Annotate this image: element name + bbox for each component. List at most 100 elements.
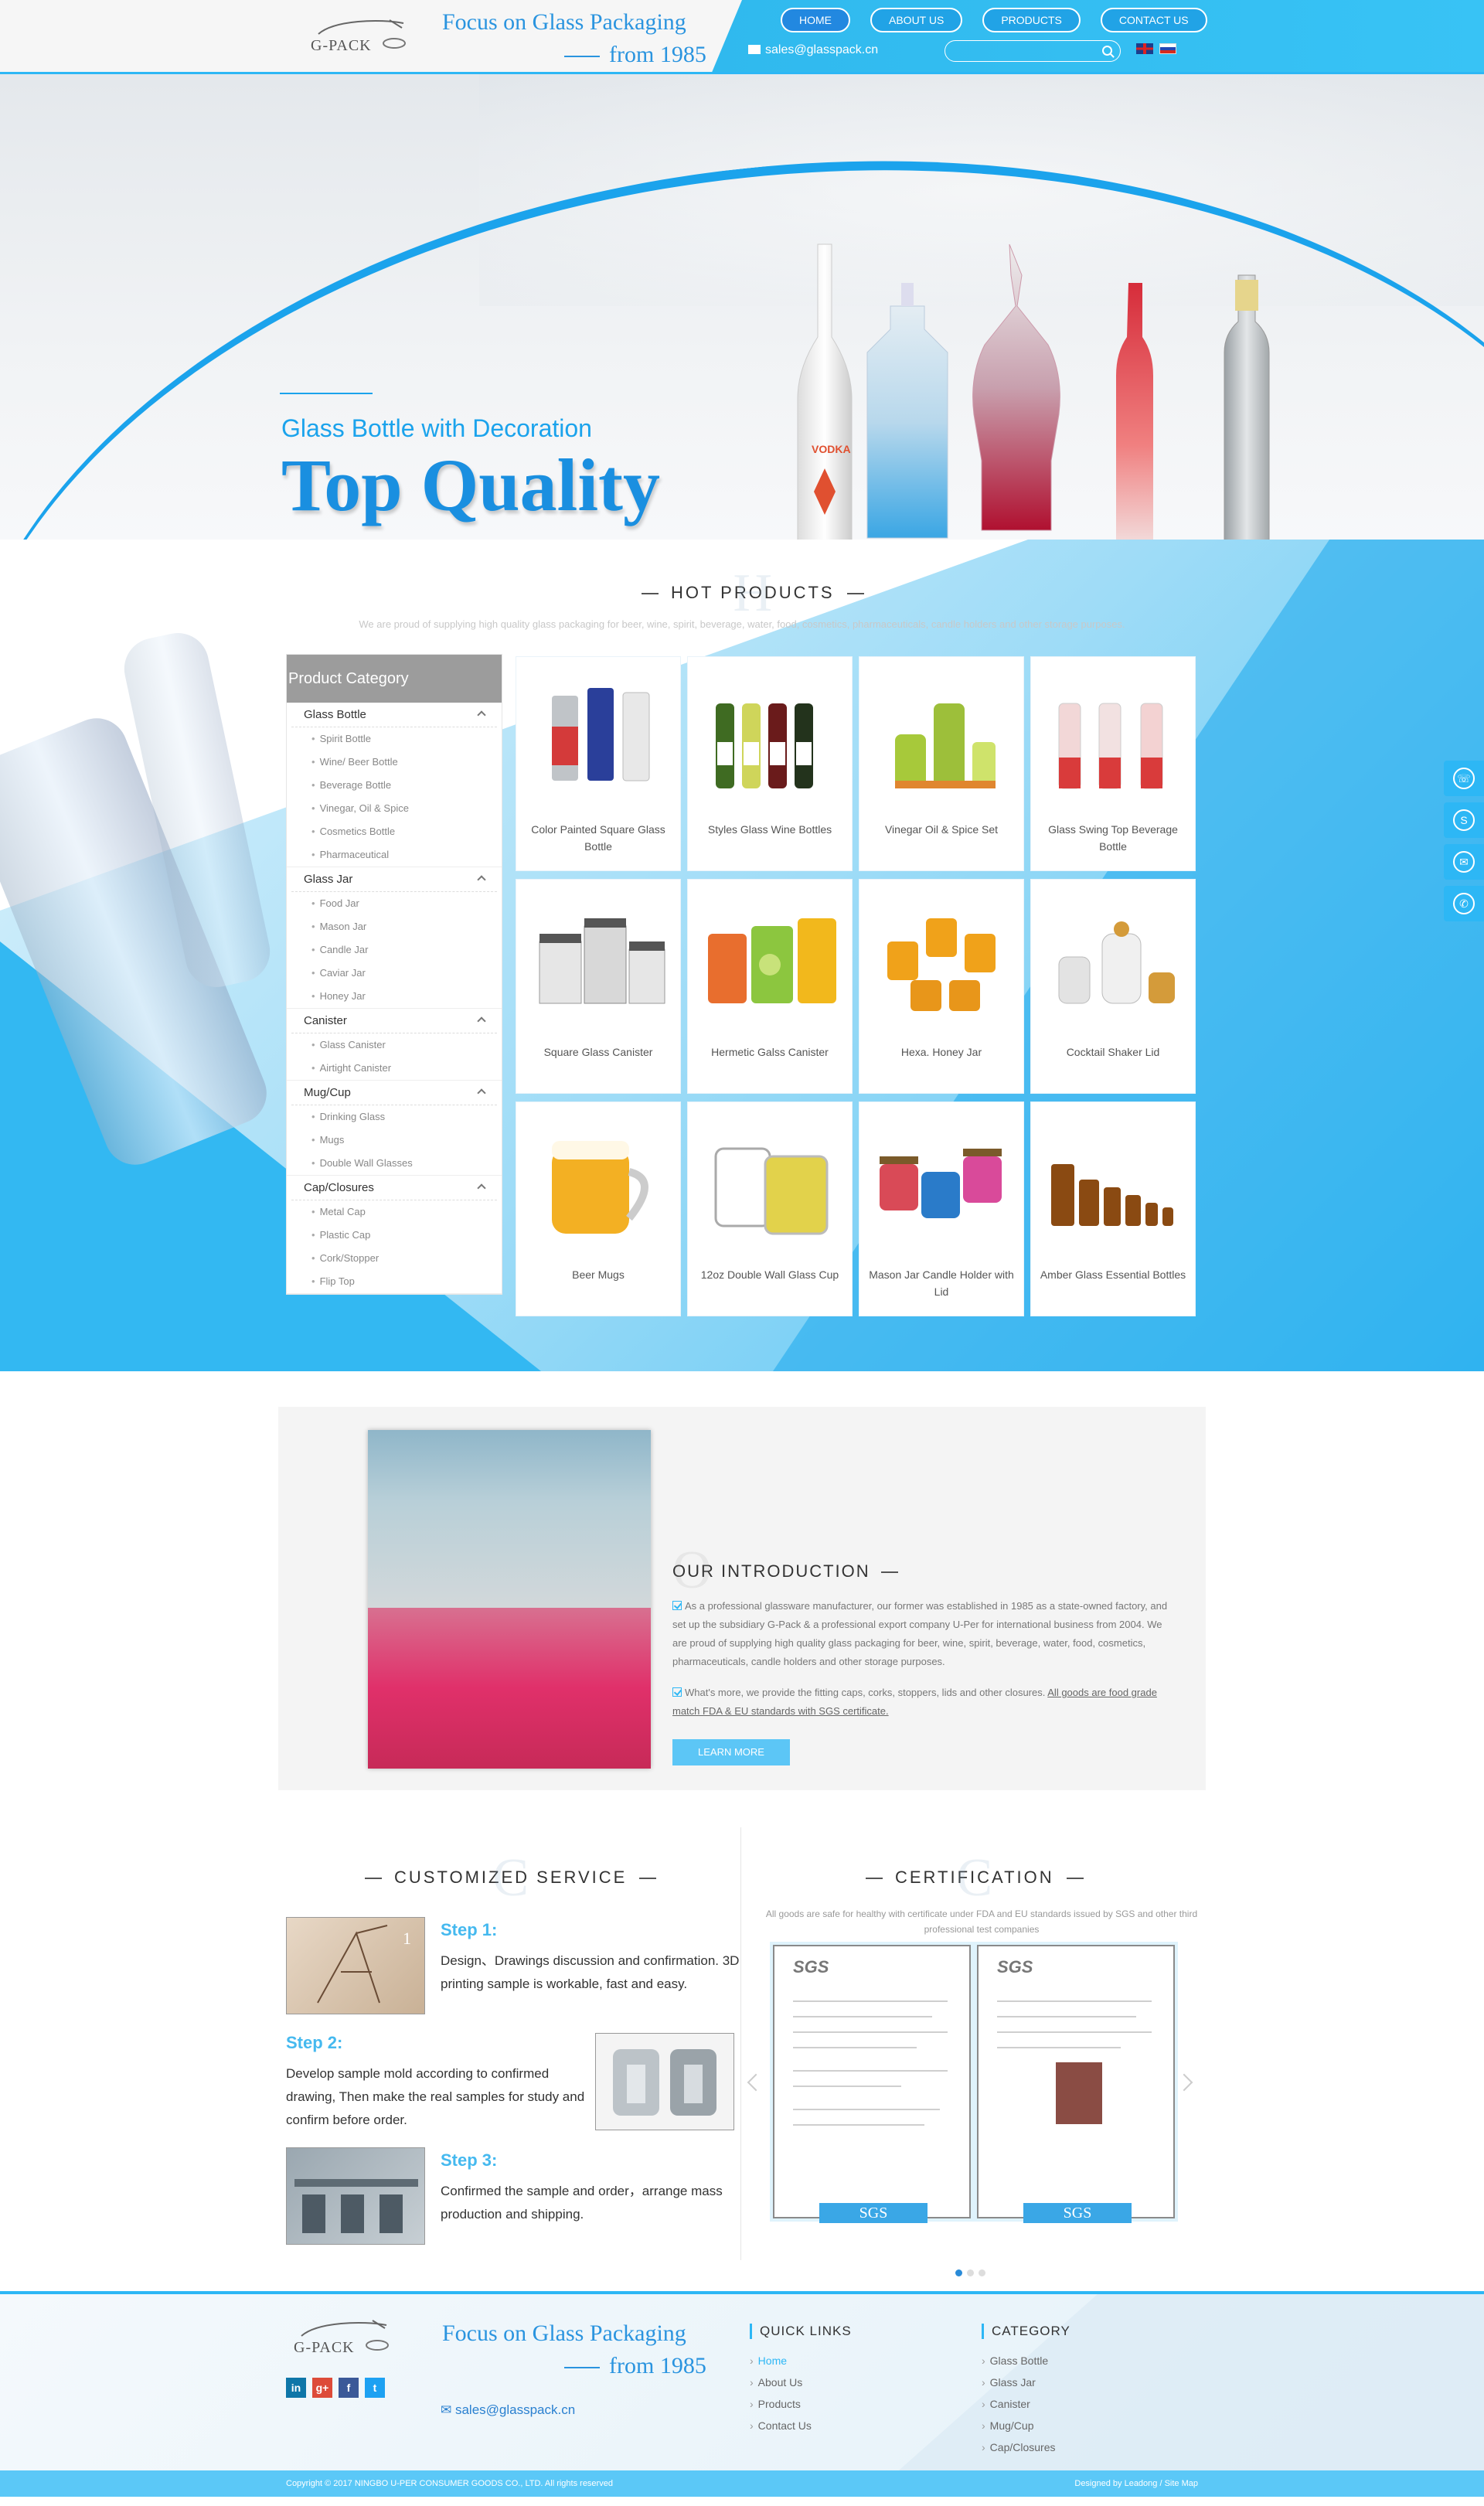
- service-certification-section: C CUSTOMIZED SERVICE 1 Step 1: Design、Dra…: [0, 1827, 1484, 2291]
- footer-category-link[interactable]: Glass Bottle: [982, 2350, 1070, 2372]
- footer-logo[interactable]: G-PACK: [286, 2313, 394, 2359]
- product-card[interactable]: Styles Glass Wine Bottles: [688, 657, 852, 870]
- category-item[interactable]: Spirit Bottle: [287, 727, 502, 751]
- vodka-label: VODKA: [812, 443, 851, 455]
- banner-line: [280, 393, 373, 394]
- category-item[interactable]: Cork/Stopper: [287, 1247, 502, 1270]
- category-group-title[interactable]: Glass Jar: [291, 867, 497, 892]
- chevron-up-icon[interactable]: [477, 1088, 486, 1098]
- footer-email-text: sales@glasspack.cn: [454, 2402, 576, 2417]
- category-item[interactable]: Pharmaceutical: [287, 843, 502, 867]
- footer-category-link[interactable]: Mug/Cup: [982, 2415, 1070, 2436]
- category-item[interactable]: Beverage Bottle: [287, 774, 502, 797]
- category-item[interactable]: Double Wall Glasses: [287, 1152, 502, 1175]
- cert-dot[interactable]: [967, 2269, 974, 2276]
- category-item[interactable]: Flip Top: [287, 1270, 502, 1293]
- product-card[interactable]: Hexa. Honey Jar: [859, 880, 1023, 1093]
- product-card[interactable]: Beer Mugs: [516, 1102, 680, 1316]
- cert-next-arrow-icon[interactable]: [1175, 2073, 1193, 2092]
- copyright-text: Copyright © 2017 NINGBO U-PER CONSUMER G…: [286, 2479, 613, 2488]
- category-item[interactable]: Airtight Canister: [287, 1057, 502, 1080]
- category-item[interactable]: Cosmetics Bottle: [287, 820, 502, 843]
- chevron-up-icon[interactable]: [477, 1016, 486, 1026]
- category-item[interactable]: Mugs: [287, 1129, 502, 1152]
- banner-bottles-image: VODKA: [797, 243, 1270, 540]
- chevron-up-icon[interactable]: [477, 710, 486, 720]
- logo[interactable]: G-PACK: [303, 14, 411, 57]
- quick-link[interactable]: Contact Us: [750, 2415, 852, 2436]
- product-card[interactable]: Amber Glass Essential Bottles: [1031, 1102, 1195, 1316]
- designer-link[interactable]: Designed by Leadong: [1074, 2479, 1157, 2488]
- search-input[interactable]: [945, 41, 1100, 61]
- sgs-ribbon: SGS: [1023, 2203, 1132, 2223]
- quick-link[interactable]: Home: [750, 2350, 852, 2372]
- sitemap-link[interactable]: Site Map: [1165, 2479, 1198, 2488]
- category-item[interactable]: Drinking Glass: [287, 1105, 502, 1129]
- facebook-icon[interactable]: f: [339, 2378, 359, 2398]
- flag-uk-icon[interactable]: [1136, 43, 1153, 54]
- footer-email[interactable]: ✉ sales@glasspack.cn: [441, 2402, 575, 2418]
- category-group: Glass Jar Food JarMason JarCandle JarCavi…: [287, 867, 502, 1009]
- whatsapp-tool-button[interactable]: ✆: [1444, 886, 1484, 921]
- category-group-title[interactable]: Mug/Cup: [291, 1081, 497, 1105]
- ghost-letter: H: [733, 564, 773, 623]
- header-email[interactable]: sales@glasspack.cn: [748, 43, 878, 57]
- quick-link[interactable]: Products: [750, 2393, 852, 2415]
- cert-text-line: [793, 2109, 940, 2110]
- ghost-letter: C: [956, 1848, 993, 1908]
- footer-category-link[interactable]: Cap/Closures: [982, 2436, 1070, 2458]
- chevron-up-icon[interactable]: [477, 875, 486, 884]
- hot-products-description: We are proud of supplying high quality g…: [359, 618, 1125, 630]
- category-item[interactable]: Wine/ Beer Bottle: [287, 751, 502, 774]
- quick-link[interactable]: About Us: [750, 2372, 852, 2393]
- product-card[interactable]: Hermetic Galss Canister: [688, 880, 852, 1093]
- sgs-certificate-card[interactable]: SGS SGS: [977, 1945, 1175, 2223]
- factory-photo: [368, 1430, 651, 1769]
- category-item[interactable]: Metal Cap: [287, 1200, 502, 1224]
- nav-products[interactable]: PRODUCTS: [982, 8, 1081, 32]
- twitter-icon[interactable]: t: [365, 2378, 385, 2398]
- slogan-line2: from 1985: [564, 42, 706, 68]
- category-item[interactable]: Food Jar: [287, 892, 502, 915]
- cert-dot[interactable]: [955, 2269, 962, 2276]
- footer-category-link[interactable]: Glass Jar: [982, 2372, 1070, 2393]
- flag-russia-icon[interactable]: [1159, 43, 1176, 54]
- search-icon[interactable]: [1102, 46, 1112, 56]
- mail-icon: [748, 45, 761, 54]
- mail-icon: ✉: [441, 2402, 455, 2417]
- product-card[interactable]: Square Glass Canister: [516, 880, 680, 1093]
- linkedin-icon[interactable]: in: [286, 2378, 306, 2398]
- product-card[interactable]: Color Painted Square Glass Bottle: [516, 657, 680, 870]
- learn-more-button[interactable]: LEARN MORE: [672, 1739, 790, 1765]
- category-item[interactable]: Glass Canister: [287, 1033, 502, 1057]
- nav-home[interactable]: HOME: [781, 8, 850, 32]
- cert-text-line: [997, 2016, 1136, 2017]
- nav-about-us[interactable]: ABOUT US: [870, 8, 963, 32]
- phone-tool-button[interactable]: ☏: [1444, 761, 1484, 796]
- factory-photo-pink-bottles: [368, 1608, 651, 1769]
- product-card[interactable]: Glass Swing Top Beverage Bottle: [1031, 657, 1195, 870]
- category-group-title[interactable]: Cap/Closures: [291, 1176, 497, 1200]
- category-group-title[interactable]: Canister: [291, 1009, 497, 1033]
- product-card[interactable]: Cocktail Shaker Lid: [1031, 880, 1195, 1093]
- mail-tool-button[interactable]: ✉: [1444, 844, 1484, 880]
- cert-dot[interactable]: [979, 2269, 985, 2276]
- category-item[interactable]: Mason Jar: [287, 915, 502, 938]
- footer-category-link[interactable]: Canister: [982, 2393, 1070, 2415]
- product-card[interactable]: Mason Jar Candle Holder with Lid: [859, 1102, 1023, 1316]
- category-item[interactable]: Plastic Cap: [287, 1224, 502, 1247]
- category-item[interactable]: Honey Jar: [287, 985, 502, 1008]
- product-card[interactable]: Vinegar Oil & Spice Set: [859, 657, 1023, 870]
- category-item[interactable]: Candle Jar: [287, 938, 502, 962]
- category-group-title[interactable]: Glass Bottle: [291, 703, 497, 727]
- cert-prev-arrow-icon[interactable]: [747, 2073, 765, 2092]
- product-card[interactable]: 12oz Double Wall Glass Cup: [688, 1102, 852, 1316]
- cert-text-line: [997, 2031, 1152, 2033]
- nav-contact-us[interactable]: CONTACT US: [1100, 8, 1207, 32]
- chevron-up-icon[interactable]: [477, 1183, 486, 1193]
- category-item[interactable]: Vinegar, Oil & Spice: [287, 797, 502, 820]
- sgs-certificate-card[interactable]: SGS SGS: [773, 1945, 971, 2223]
- skype-tool-button[interactable]: S: [1444, 802, 1484, 838]
- google-plus-icon[interactable]: g+: [312, 2378, 332, 2398]
- category-item[interactable]: Caviar Jar: [287, 962, 502, 985]
